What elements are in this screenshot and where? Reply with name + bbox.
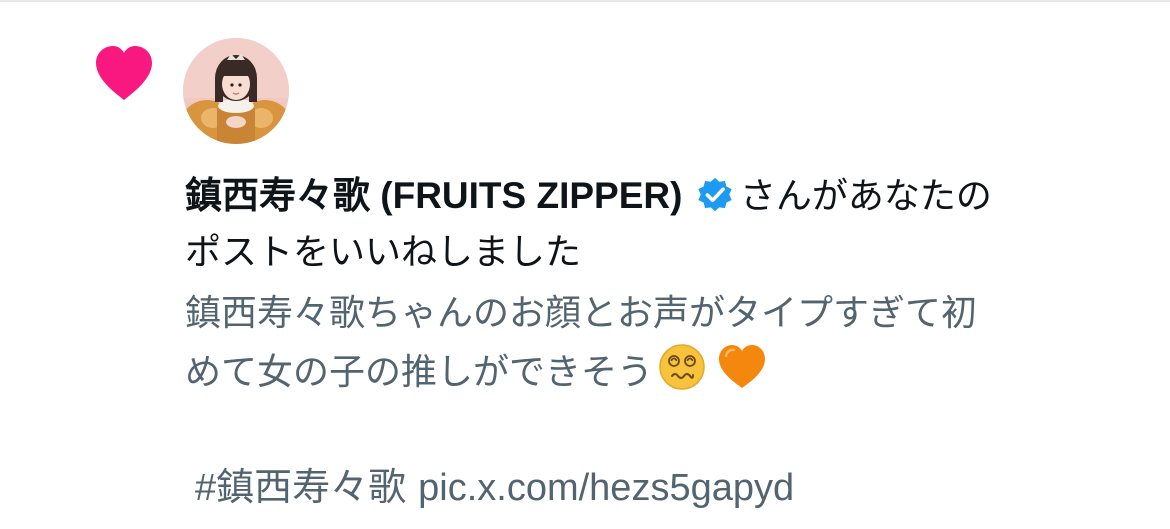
avatar-photo [183,38,289,144]
verified-badge-icon [698,177,732,212]
user-name[interactable]: 鎮西寿々歌 (FRUITS ZIPPER) [185,175,682,216]
action-text-2: ポストをいいねしました [185,232,582,273]
notification-body[interactable]: 鎮西寿々歌 (FRUITS ZIPPER) さんがあなたのポストをいいねしました… [185,168,1125,401]
user-avatar[interactable] [183,38,289,144]
post-text-line2: めて女の子の推しができそう [185,352,654,393]
like-notification[interactable]: 鎮西寿々歌 (FRUITS ZIPPER) さんがあなたのポストをいいねしました… [0,0,1170,529]
notification-text: 鎮西寿々歌 (FRUITS ZIPPER) さんがあなたのポストをいいねしました [185,168,1125,281]
post-links: #鎮西寿々歌 pic.x.com/hezs5gapyd [195,462,806,514]
divider [0,0,1170,2]
post-text-line1: 鎮西寿々歌ちゃんのお顔とお声がタイプすぎて初 [185,293,978,334]
heart-icon [96,46,152,100]
media-link[interactable]: pic.x.com/hezs5gapyd [418,467,794,509]
post-preview[interactable]: 鎮西寿々歌ちゃんのお顔とお声がタイプすぎて初 めて女の子の推しができそう [185,286,1125,401]
orange-heart-emoji [719,345,766,388]
hashtag-link[interactable]: #鎮西寿々歌 [195,467,406,509]
face-with-spiral-eyes-emoji [659,344,705,390]
action-text-1: さんがあなたの [739,176,992,217]
